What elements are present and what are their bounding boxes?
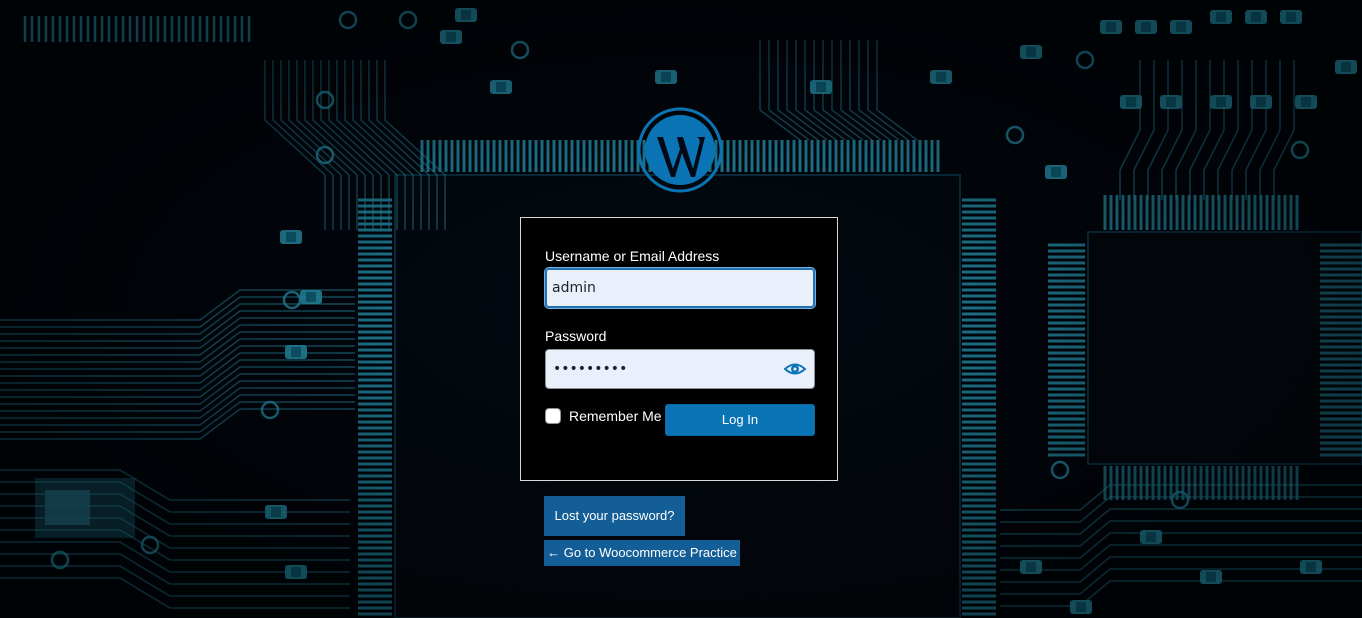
remember-me-checkbox[interactable] — [545, 408, 561, 424]
wordpress-logo-icon[interactable] — [637, 107, 723, 193]
lost-password-link[interactable]: Lost your password? — [544, 496, 685, 536]
username-label: Username or Email Address — [545, 248, 720, 264]
password-label: Password — [545, 328, 607, 344]
log-in-button[interactable]: Log In — [665, 404, 815, 436]
eye-icon[interactable] — [783, 359, 807, 379]
remember-me-label[interactable]: Remember Me — [569, 408, 662, 424]
login-form: Username or Email Address Password Remem… — [520, 217, 838, 481]
back-to-site-link[interactable]: ← Go to Woocommerce Practice — [544, 540, 740, 566]
password-input[interactable] — [545, 349, 815, 389]
remember-me: Remember Me — [545, 406, 662, 426]
username-input[interactable] — [545, 268, 815, 308]
